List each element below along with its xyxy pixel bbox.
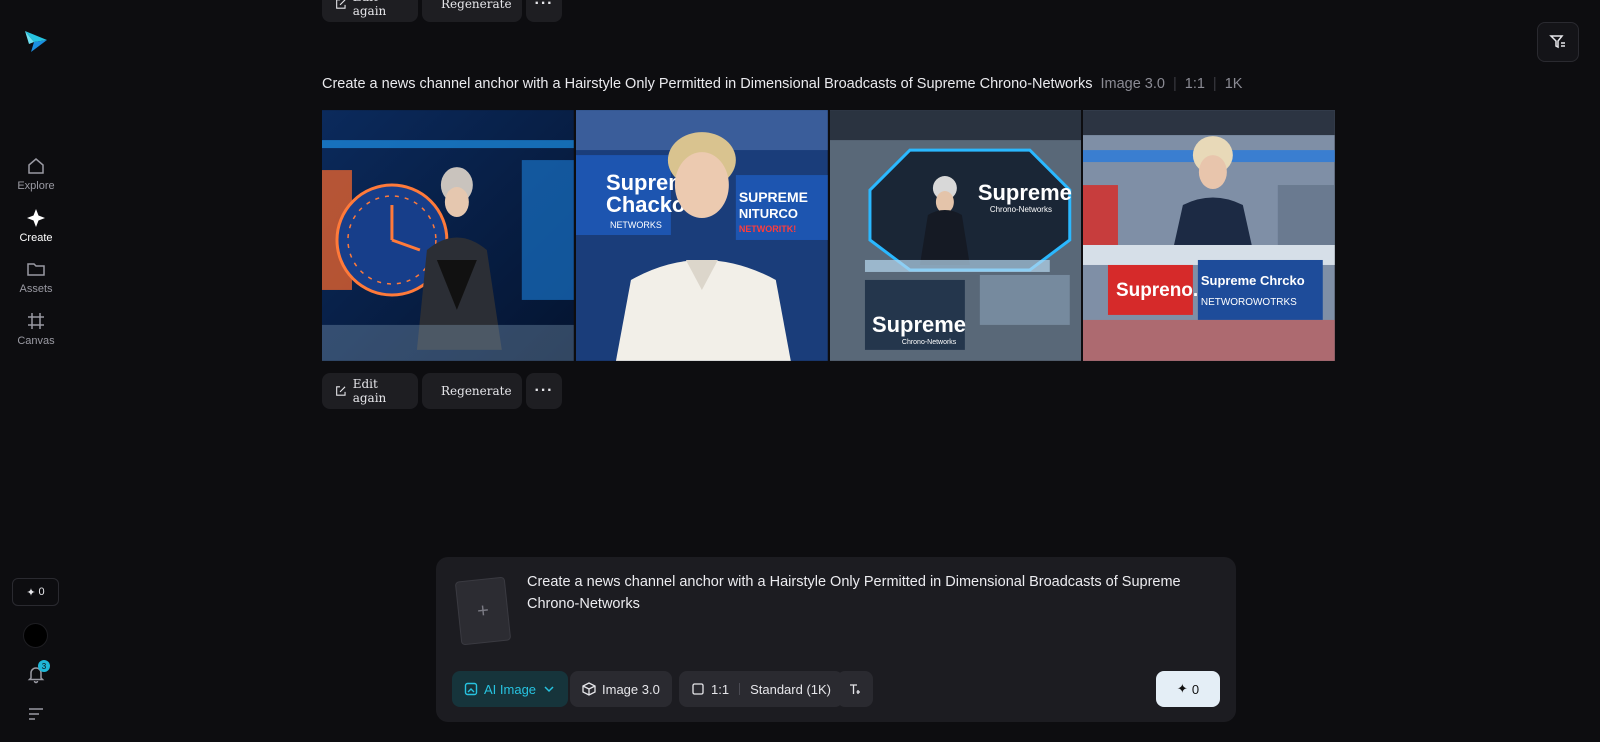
image-grid: Supreme Chacko NETWORKS SUPREME NITURCO … [322,110,1335,361]
chevron-down-icon [544,686,554,693]
more-button[interactable]: ··· [526,373,562,409]
sidebar-item-label: Explore [17,180,55,192]
edit-again-label: Edit again [352,0,387,18]
logo-icon[interactable] [23,28,49,54]
sidebar-item-label: Canvas [17,335,55,347]
generation-resolution: 1K [1224,76,1243,92]
regenerate-button-prev[interactable]: Regenerate [422,0,522,22]
filter-icon [1549,35,1565,49]
sparkle-icon [27,209,45,227]
regenerate-label: Regenerate [441,0,512,11]
sidebar-item-label: Assets [19,283,53,295]
generated-image-2[interactable]: Supreme Chacko NETWORKS SUPREME NITURCO … [575,110,828,361]
ratio-label: 1:1 [711,681,730,697]
generated-image-4-art: Supreno. Supreme Chrcko NETWOROWOTRKS [1083,110,1335,361]
quality-label: Standard (1K) [750,681,832,697]
regenerate-button[interactable]: Regenerate [422,373,522,409]
mode-dropdown[interactable]: AI Image [452,671,569,707]
avatar[interactable] [23,623,48,648]
mode-label: AI Image [484,681,537,697]
sidebar: Explore Create Assets Canvas ✦ 0 3 [0,0,72,742]
generation-prompt: Create a news channel anchor with a Hair… [322,76,1093,92]
generation-header: Create a news channel anchor with a Hair… [322,76,1242,92]
generate-button[interactable]: ✦ 0 [1156,671,1220,707]
generated-image-1[interactable] [322,110,574,361]
edit-again-button[interactable]: Edit again [322,373,418,409]
tile3-text: Supreme [871,312,965,337]
more-icon: ··· [534,382,554,399]
sparkle-icon: ✦ [26,586,36,599]
sparkle-icon: ✦ [1176,681,1188,696]
tile2-text: NETWORITK! [739,224,796,234]
frame-icon [28,313,44,329]
edit-icon [336,0,346,9]
tile2-text: NITURCO [739,206,798,221]
prompt-input[interactable]: Create a news channel anchor with a Hair… [527,571,1207,615]
generation-ratio: 1:1 [1184,76,1205,92]
tile3-text: Chrono-Networks [989,205,1051,214]
more-icon: ··· [534,0,554,12]
credits-chip[interactable]: ✦ 0 [12,578,59,606]
edit-again-button-prev[interactable]: Edit again [322,0,418,22]
tile3-text: Chrono-Networks [901,339,956,346]
upload-reference-button[interactable]: + [454,576,512,646]
text-style-button[interactable] [837,671,873,707]
aspect-quality-selector[interactable]: 1:1 Standard (1K) [679,671,844,707]
tile3-text: Supreme [977,180,1071,205]
folder-icon [27,263,45,276]
edit-again-label: Edit again [352,377,387,405]
divider: | [1172,76,1177,92]
home-icon [28,158,44,174]
text-icon [850,684,860,694]
generated-image-4[interactable]: Supreno. Supreme Chrcko NETWOROWOTRKS [1083,110,1335,361]
edit-icon [336,386,346,396]
divider: | [1212,76,1217,92]
more-button-prev[interactable]: ··· [526,0,562,22]
sidebar-item-label: Create [19,232,53,244]
menu-icon[interactable] [27,706,45,720]
generated-image-3-art: Supreme Chrono-Networks Supreme Chrono-N… [829,110,1082,361]
tile2-text: NETWORKS [610,220,662,230]
generated-image-2-art: Supreme Chacko NETWORKS SUPREME NITURCO … [575,110,828,361]
tile2-text: SUPREME [739,189,808,205]
model-selector[interactable]: Image 3.0 [570,671,672,707]
generated-image-1-art [322,110,574,361]
model-label: Image 3.0 [602,681,660,697]
tile4-text: Supreme Chrcko [1201,273,1305,288]
filter-button[interactable] [1537,22,1579,62]
cube-icon [582,682,596,696]
generate-cost: 0 [1191,681,1200,697]
tile4-text: Supreno. [1116,280,1198,301]
divider [739,683,741,695]
tile4-text: NETWOROWOTRKS [1201,297,1297,308]
sidebar-item-canvas[interactable]: Canvas [0,311,72,347]
sidebar-item-assets[interactable]: Assets [0,259,72,295]
square-icon [692,683,704,695]
image-mode-icon [464,682,478,696]
credits-count: 0 [38,586,45,598]
prompt-composer: + Create a news channel anchor with a Ha… [436,557,1236,722]
sidebar-item-explore[interactable]: Explore [0,156,72,192]
plus-icon: + [475,598,490,623]
generation-model: Image 3.0 [1100,76,1165,92]
regenerate-label: Regenerate [441,384,512,398]
generated-image-3[interactable]: Supreme Chrono-Networks Supreme Chrono-N… [829,110,1082,361]
tile2-text: Chacko [606,192,685,217]
notification-badge: 3 [38,660,50,672]
sidebar-item-create[interactable]: Create [0,208,72,244]
